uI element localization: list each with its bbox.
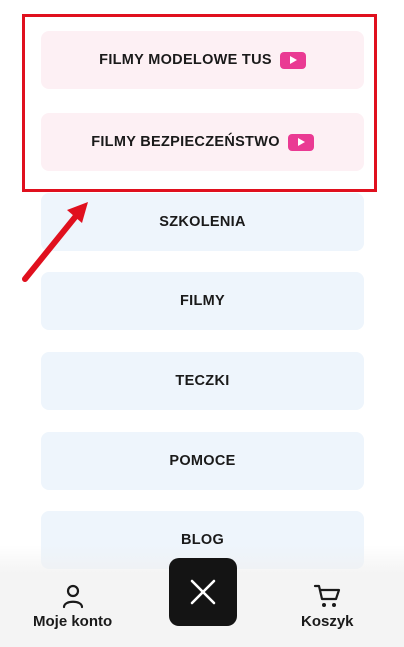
mobile-menu-page: FILMY MODELOWE TUS FILMY BEZPIECZEŃSTWO … [0,0,404,647]
annotation-arrow-icon [22,202,88,282]
menu-item-label: POMOCE [169,453,236,469]
menu-item-teczki[interactable]: TECZKI [41,352,364,410]
menu-item-label: SZKOLENIA [159,214,246,230]
menu-item-label: FILMY [180,293,225,309]
user-icon [62,584,83,609]
account-button[interactable]: Moje konto [33,583,112,630]
menu-item-label: TECZKI [175,373,230,389]
menu-item-filmy-bezpieczenstwo[interactable]: FILMY BEZPIECZEŃSTWO [41,113,364,171]
cart-label: Koszyk [301,613,354,630]
menu-item-label: FILMY MODELOWE TUS [99,52,272,68]
close-icon [190,579,216,605]
account-label: Moje konto [33,613,113,630]
menu-item-filmy-modelowe-tus[interactable]: FILMY MODELOWE TUS [41,31,364,89]
menu-item-pomoce[interactable]: POMOCE [41,432,364,490]
cart-button[interactable]: Koszyk [301,583,354,630]
menu-item-label: FILMY BEZPIECZEŃSTWO [91,134,280,150]
cart-icon [314,584,341,607]
close-menu-button[interactable] [169,558,237,626]
youtube-icon [287,133,314,151]
youtube-icon [279,51,306,69]
